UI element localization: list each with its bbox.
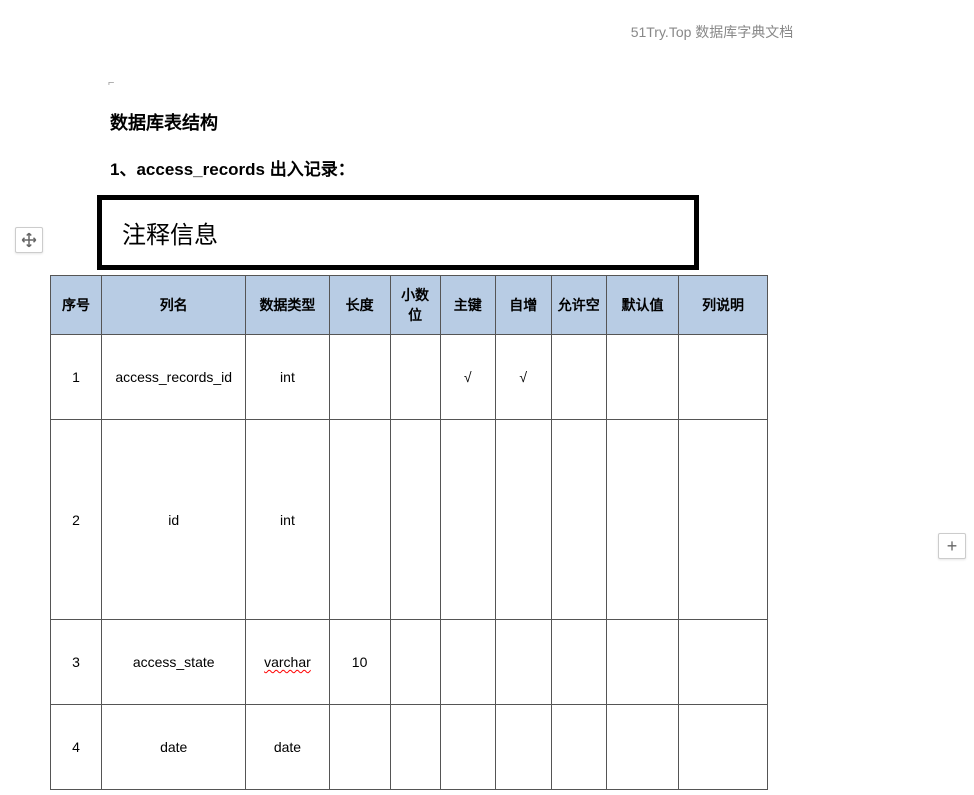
plus-icon: + bbox=[947, 536, 958, 557]
cell-type: int bbox=[246, 420, 329, 620]
page-header: 51Try.Top 数据库字典文档 bbox=[0, 0, 974, 42]
cell-seq: 2 bbox=[51, 420, 102, 620]
cell-name: access_records_id bbox=[102, 335, 246, 420]
th-dec: 小数位 bbox=[390, 276, 440, 335]
subtitle: 1、access_records 出入记录： bbox=[100, 155, 944, 180]
th-desc: 列说明 bbox=[679, 276, 768, 335]
cell-ai bbox=[496, 420, 551, 620]
cell-len bbox=[329, 705, 390, 790]
cell-nullable bbox=[551, 620, 606, 705]
cell-len bbox=[329, 420, 390, 620]
cell-name: access_state bbox=[102, 620, 246, 705]
cell-default bbox=[606, 620, 678, 705]
page-title: 数据库表结构 bbox=[100, 109, 944, 135]
th-name: 列名 bbox=[102, 276, 246, 335]
cell-nullable bbox=[551, 420, 606, 620]
table-row: 2 id int bbox=[51, 420, 768, 620]
cell-seq: 3 bbox=[51, 620, 102, 705]
cell-ai: √ bbox=[496, 335, 551, 420]
cell-pk: √ bbox=[440, 335, 495, 420]
table-row: 4 date date bbox=[51, 705, 768, 790]
cell-len: 10 bbox=[329, 620, 390, 705]
cell-default bbox=[606, 335, 678, 420]
cell-len bbox=[329, 335, 390, 420]
table-row: 1 access_records_id int √ √ bbox=[51, 335, 768, 420]
cell-desc bbox=[679, 620, 768, 705]
cell-dec bbox=[390, 705, 440, 790]
cell-desc bbox=[679, 420, 768, 620]
cell-default bbox=[606, 705, 678, 790]
cell-pk bbox=[440, 705, 495, 790]
cell-nullable bbox=[551, 705, 606, 790]
cell-desc bbox=[679, 705, 768, 790]
th-default: 默认值 bbox=[606, 276, 678, 335]
cell-pk bbox=[440, 420, 495, 620]
th-seq: 序号 bbox=[51, 276, 102, 335]
th-len: 长度 bbox=[329, 276, 390, 335]
add-button[interactable]: + bbox=[938, 533, 966, 559]
cell-type: varchar bbox=[246, 620, 329, 705]
cell-name: date bbox=[102, 705, 246, 790]
cell-ai bbox=[496, 620, 551, 705]
th-type: 数据类型 bbox=[246, 276, 329, 335]
th-ai: 自增 bbox=[496, 276, 551, 335]
table-row: 3 access_state varchar 10 bbox=[51, 620, 768, 705]
th-pk: 主键 bbox=[440, 276, 495, 335]
cell-nullable bbox=[551, 335, 606, 420]
cell-dec bbox=[390, 335, 440, 420]
cell-dec bbox=[390, 620, 440, 705]
cell-type: date bbox=[246, 705, 329, 790]
cell-desc bbox=[679, 335, 768, 420]
cell-seq: 4 bbox=[51, 705, 102, 790]
comment-box[interactable]: 注释信息 bbox=[97, 195, 699, 270]
table-header-row: 序号 列名 数据类型 长度 小数位 主键 自增 允许空 默认值 列说明 bbox=[51, 276, 768, 335]
cell-seq: 1 bbox=[51, 335, 102, 420]
cell-pk bbox=[440, 620, 495, 705]
cell-ai bbox=[496, 705, 551, 790]
cell-default bbox=[606, 420, 678, 620]
section-divider: ⌐ bbox=[108, 77, 944, 89]
move-handle[interactable] bbox=[15, 227, 43, 253]
cell-name: id bbox=[102, 420, 246, 620]
cell-type: int bbox=[246, 335, 329, 420]
schema-table: 序号 列名 数据类型 长度 小数位 主键 自增 允许空 默认值 列说明 1 ac… bbox=[50, 275, 768, 790]
cell-dec bbox=[390, 420, 440, 620]
th-nullable: 允许空 bbox=[551, 276, 606, 335]
move-icon bbox=[20, 231, 38, 249]
